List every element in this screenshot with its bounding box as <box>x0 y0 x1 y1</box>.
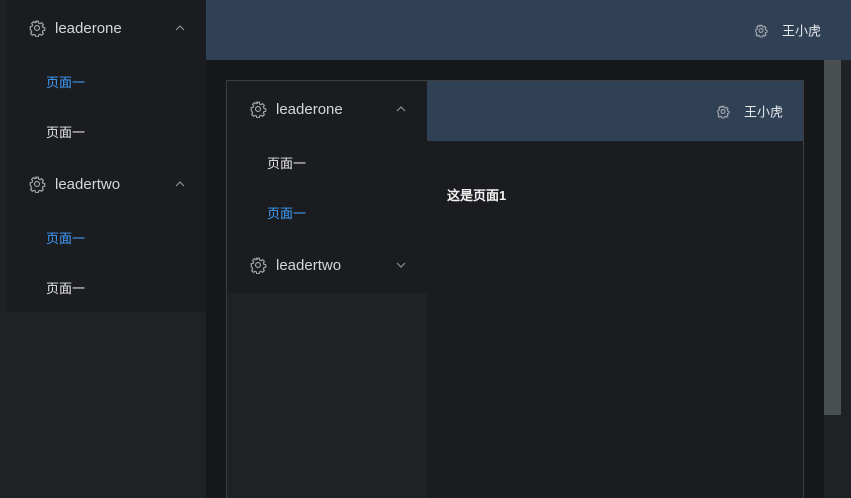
outer-header: 王小虎 <box>206 0 851 60</box>
scrollbar-thumb[interactable] <box>824 60 841 415</box>
gear-icon <box>716 104 730 118</box>
submenu-leaderone[interactable]: leaderone <box>227 81 427 137</box>
username: 王小虎 <box>743 104 783 120</box>
gear-icon <box>249 256 267 274</box>
menu-item-page-one[interactable]: 页面一 <box>6 262 206 312</box>
user-menu[interactable]: 王小虎 <box>716 102 783 121</box>
gear-icon <box>249 100 267 118</box>
menu-item-page-one[interactable]: 页面一 <box>6 106 206 156</box>
menu-item-page-one[interactable]: 页面一 <box>227 137 427 187</box>
gear-icon <box>28 19 46 37</box>
submenu-label: leaderone <box>276 100 343 118</box>
submenu-leadertwo[interactable]: leadertwo <box>6 156 206 212</box>
outer-sidebar: leaderone 页面一 页面一 leadertwo 页面一 页面一 <box>6 0 206 312</box>
submenu-leaderone[interactable]: leaderone <box>6 0 206 56</box>
chevron-down-icon <box>395 259 407 271</box>
user-menu[interactable]: 王小虎 <box>754 21 821 40</box>
menu-item-page-one[interactable]: 页面一 <box>6 212 206 262</box>
page-heading: 这是页面1 <box>447 188 507 203</box>
gear-icon <box>28 175 46 193</box>
inner-main-content: 这是页面1 <box>427 141 803 498</box>
menu-item-page-one[interactable]: 页面一 <box>227 187 427 237</box>
menu-item-page-one[interactable]: 页面一 <box>6 56 206 106</box>
submenu-label: leadertwo <box>55 175 121 193</box>
chevron-up-icon <box>174 22 186 34</box>
chevron-up-icon <box>174 178 186 190</box>
submenu-label: leadertwo <box>276 256 342 274</box>
gear-icon <box>754 23 768 37</box>
inner-sidebar: leaderone 页面一 页面一 leadertwo <box>227 81 427 293</box>
submenu-leadertwo[interactable]: leadertwo <box>227 237 427 293</box>
chevron-up-icon <box>395 103 407 115</box>
inner-sidebar-filler <box>227 293 427 498</box>
inner-header: 王小虎 <box>427 81 803 141</box>
submenu-label: leaderone <box>55 19 122 37</box>
username: 王小虎 <box>781 23 821 39</box>
